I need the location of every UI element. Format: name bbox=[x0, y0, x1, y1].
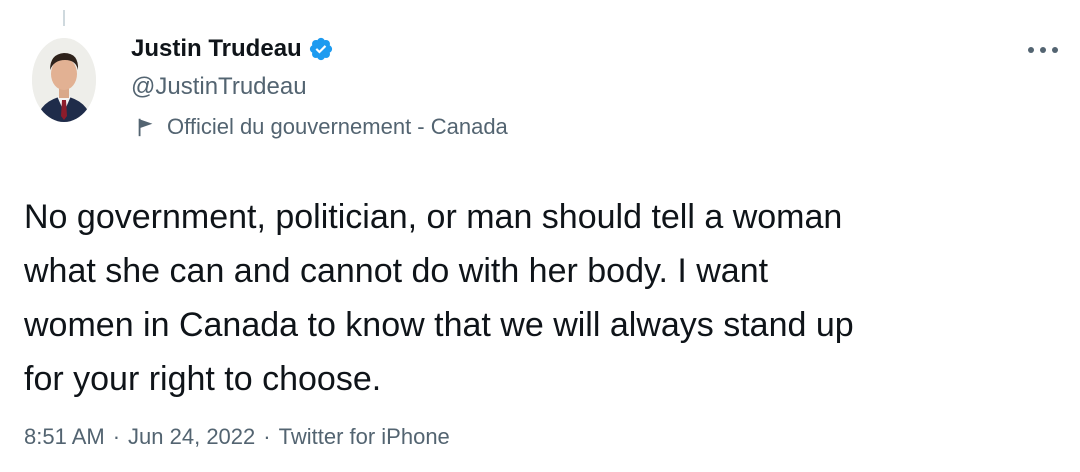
affiliation-label[interactable]: Officiel du gouvernement - Canada bbox=[167, 114, 508, 140]
tweet-source[interactable]: Twitter for iPhone bbox=[279, 424, 450, 449]
more-icon[interactable] bbox=[1028, 40, 1058, 60]
separator: · bbox=[112, 424, 121, 449]
affiliation-row: Officiel du gouvernement - Canada bbox=[131, 112, 1056, 142]
tweet-date[interactable]: Jun 24, 2022 bbox=[128, 424, 255, 449]
handle[interactable]: @JustinTrudeau bbox=[131, 72, 1056, 102]
tweet-meta: 8:51 AM · Jun 24, 2022 · Twitter for iPhone bbox=[24, 424, 450, 450]
tweet-header: Justin Trudeau @JustinTrudeau Officiel d… bbox=[131, 34, 1056, 142]
display-name[interactable]: Justin Trudeau bbox=[131, 34, 302, 64]
tweet-time[interactable]: 8:51 AM bbox=[24, 424, 105, 449]
separator: · bbox=[263, 424, 271, 449]
avatar[interactable] bbox=[32, 38, 96, 122]
more-dot bbox=[1028, 47, 1034, 53]
verified-badge-icon[interactable] bbox=[308, 36, 334, 62]
more-dot bbox=[1052, 47, 1058, 53]
flag-icon bbox=[138, 118, 153, 137]
tweet-text: No government, politician, or man should… bbox=[24, 198, 854, 398]
thread-line bbox=[63, 10, 65, 26]
more-dot bbox=[1040, 47, 1046, 53]
avatar-image bbox=[32, 38, 96, 122]
name-row: Justin Trudeau bbox=[131, 34, 1056, 64]
